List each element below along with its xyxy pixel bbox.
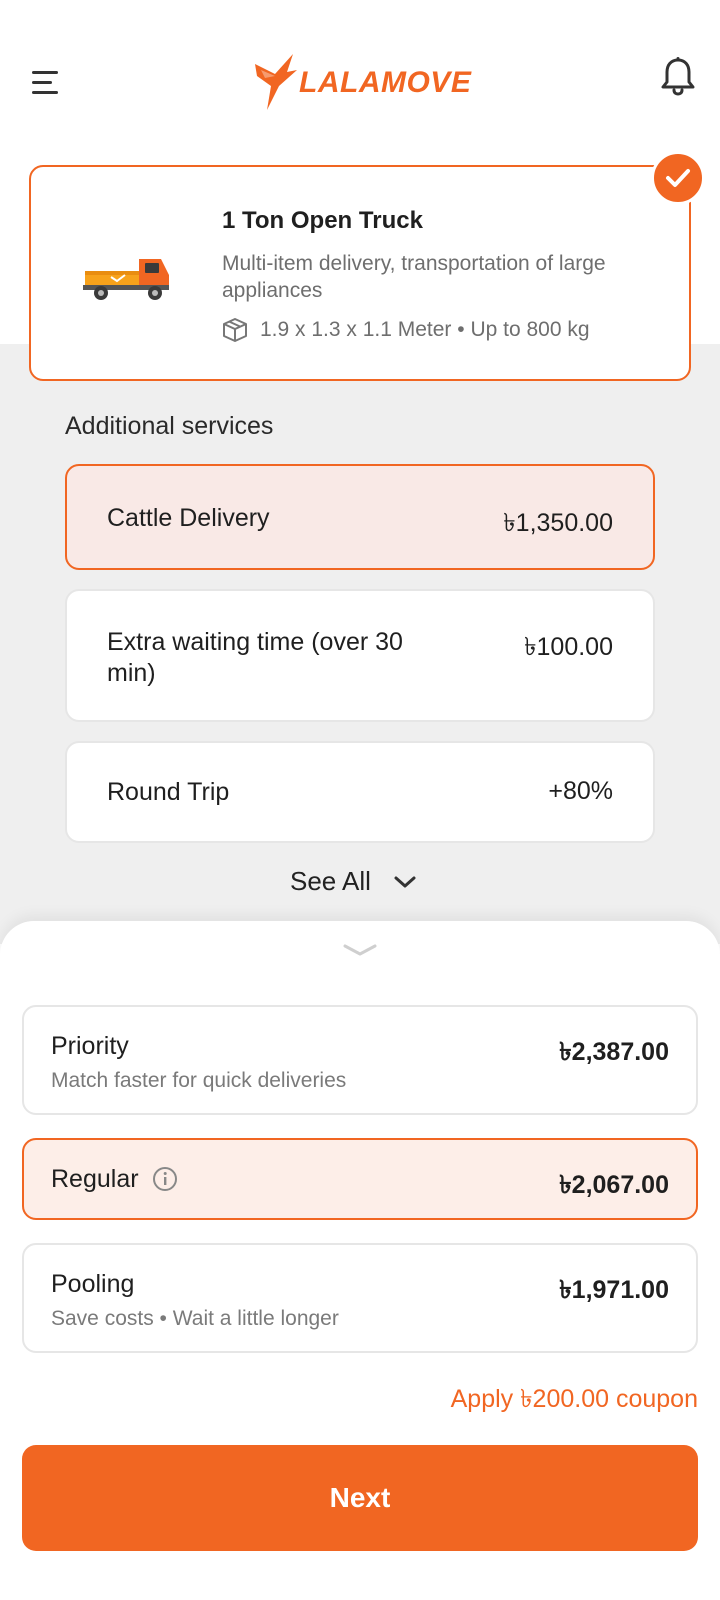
brand-name: LALAMOVE bbox=[299, 66, 472, 99]
bell-icon[interactable] bbox=[660, 56, 696, 96]
see-all-button[interactable]: See All bbox=[290, 866, 417, 897]
service-price: ৳1,350.00 bbox=[503, 509, 613, 537]
sheet-collapse-handle-icon[interactable] bbox=[342, 942, 378, 958]
service-cattle-delivery[interactable]: Cattle Delivery ৳1,350.00 bbox=[65, 464, 655, 570]
next-button[interactable]: Next bbox=[22, 1445, 698, 1551]
option-price: ৳1,971.00 bbox=[559, 1276, 669, 1304]
selected-check-icon bbox=[651, 151, 705, 205]
apply-coupon-link[interactable]: Apply ৳200.00 coupon bbox=[451, 1379, 698, 1422]
vehicle-spec: 1.9 x 1.3 x 1.1 Meter • Up to 800 kg bbox=[222, 317, 590, 343]
bird-logo-icon bbox=[255, 54, 297, 110]
option-subtitle: Match faster for quick deliveries bbox=[51, 1069, 347, 1092]
service-label: Extra waiting time (over 30 min) bbox=[107, 628, 403, 687]
see-all-label: See All bbox=[290, 866, 371, 896]
vehicle-title: 1 Ton Open Truck bbox=[222, 207, 423, 234]
top-bar: LALAMOVE bbox=[0, 0, 720, 160]
truck-image bbox=[83, 259, 169, 300]
service-price: +80% bbox=[548, 777, 613, 805]
chevron-down-icon bbox=[394, 876, 416, 887]
option-priority[interactable]: Priority Match faster for quick deliveri… bbox=[22, 1005, 698, 1115]
vehicle-spec-text: 1.9 x 1.3 x 1.1 Meter • Up to 800 kg bbox=[260, 318, 590, 341]
hamburger-menu-icon[interactable] bbox=[30, 68, 62, 100]
option-regular[interactable]: Regular ৳2,067.00 bbox=[22, 1138, 698, 1220]
service-extra-waiting-time[interactable]: Extra waiting time (over 30 min) ৳100.00 bbox=[65, 589, 655, 722]
info-icon[interactable] bbox=[152, 1166, 178, 1192]
vehicle-description: Multi-item delivery, transportation of l… bbox=[222, 252, 606, 302]
service-price: ৳100.00 bbox=[524, 633, 613, 661]
additional-services-title: Additional services bbox=[65, 412, 274, 440]
service-label: Cattle Delivery bbox=[107, 504, 270, 532]
option-price: ৳2,067.00 bbox=[559, 1171, 669, 1199]
option-name: Regular bbox=[51, 1165, 139, 1193]
option-name: Pooling bbox=[51, 1270, 135, 1298]
option-pooling[interactable]: Pooling Save costs • Wait a little longe… bbox=[22, 1243, 698, 1353]
option-subtitle: Save costs • Wait a little longer bbox=[51, 1307, 339, 1330]
service-round-trip[interactable]: Round Trip +80% bbox=[65, 741, 655, 843]
brand-logo: LALAMOVE bbox=[253, 52, 473, 114]
option-price: ৳2,387.00 bbox=[559, 1038, 669, 1066]
box-icon bbox=[223, 318, 247, 342]
option-name: Priority bbox=[51, 1032, 129, 1060]
service-label: Round Trip bbox=[107, 778, 230, 806]
